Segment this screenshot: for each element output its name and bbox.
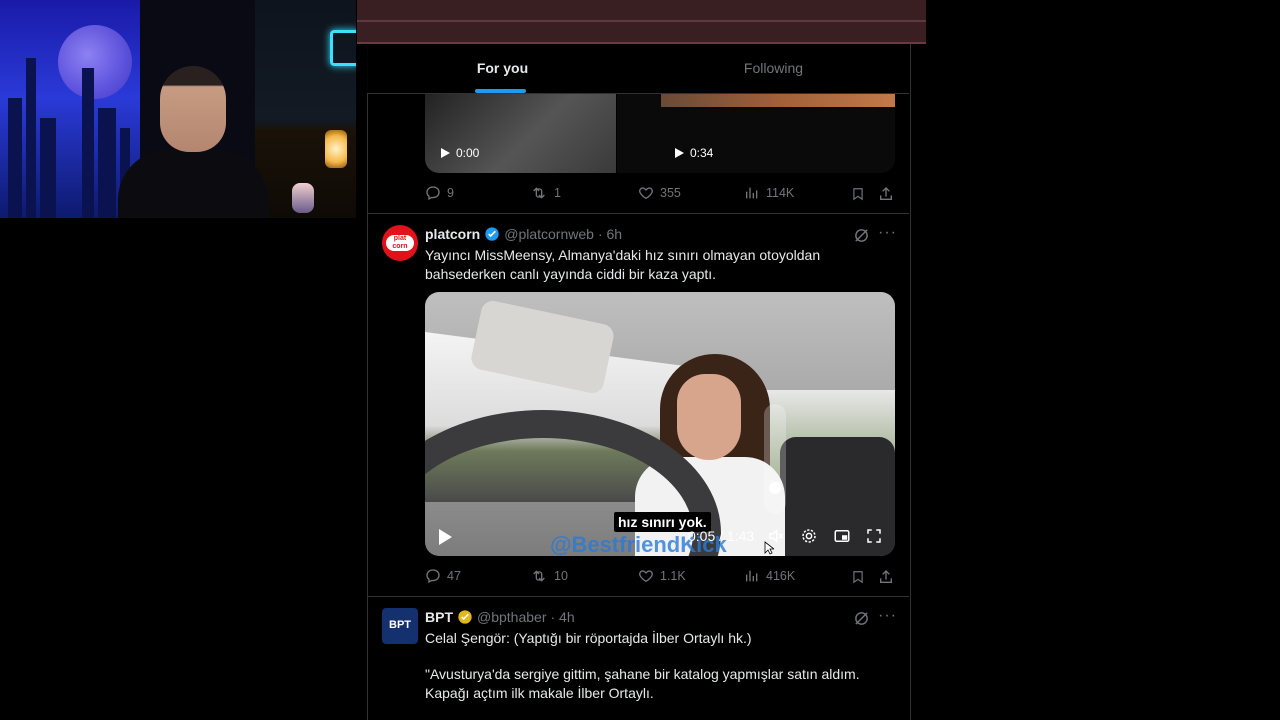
more-options-icon[interactable]: ··· [878,607,897,625]
like-count: 355 [660,186,681,200]
repost-count: 10 [554,569,568,583]
webcam-overlay [0,0,356,218]
volume-slider[interactable] [764,404,786,514]
tab-label: Following [743,60,804,76]
verified-gold-badge-icon [458,610,472,624]
like-button[interactable]: 1.1K [638,568,686,584]
share-icon[interactable] [878,569,894,585]
bookmark-icon[interactable] [851,569,865,585]
tweet-text-line: Kapağı açtım ilk makale İlber Ortaylı. [425,685,654,701]
prev-media-left[interactable]: 0:00 [425,93,616,173]
tweet-divider [367,596,909,597]
views-icon [746,570,758,582]
settings-gear-icon[interactable] [800,527,818,545]
play-icon[interactable] [441,148,450,158]
heart-icon [639,570,653,583]
verified-badge-icon [485,227,499,241]
views-button[interactable]: 114K [744,185,794,201]
like-count: 1.1K [660,569,686,583]
prev-tweet-actions: 9 1 355 114K [425,185,895,205]
video-time: 0:05 / 1:43 [688,528,755,544]
views-count: 416K [766,569,796,583]
avatar[interactable]: BPT [382,608,418,644]
picture-in-picture-icon[interactable] [833,527,851,545]
anime-sticker [292,183,314,213]
reply-button[interactable]: 9 [425,185,454,201]
tweet-text-line: bahsederken canlı yayında ciddi bir kaza… [425,266,717,282]
tab-active-indicator [475,89,526,93]
tweet-header: platcorn @platcornweb · 6h [425,226,622,242]
timeline-tabs: For you Following [367,44,909,94]
streamer-head [160,66,226,152]
tweet-divider [367,213,909,214]
repost-count: 1 [554,186,561,200]
share-icon[interactable] [878,186,894,202]
views-icon [746,187,758,199]
author-name[interactable]: platcorn [425,226,480,242]
play-button[interactable] [439,529,452,545]
tweet-actions: 47 10 1.1K 416K [425,568,895,588]
neon-sign [330,30,356,66]
top-bar [357,0,926,44]
avatar-logo: plat corn [386,235,414,251]
heart-icon [639,187,653,200]
tweet-header: BPT @bpthaber · 4h [425,609,575,625]
tweet-time[interactable]: · 6h [598,226,622,242]
video-player[interactable]: @BestfriendKick hız sınırı yok. 0:05 / 1… [425,292,895,556]
tweet-text-line: Celal Şengör: (Yaptığı bir röportajda İl… [425,630,752,646]
reply-count: 9 [447,186,454,200]
repost-button[interactable]: 10 [530,568,568,584]
fullscreen-icon[interactable] [865,527,883,545]
tweet-text: Celal Şengör: (Yaptığı bir röportajda İl… [425,629,895,703]
like-button[interactable]: 355 [638,185,681,201]
repost-button[interactable]: 1 [530,185,561,201]
tab-following[interactable]: Following [638,44,909,93]
prev-media-right[interactable]: 0:34 [617,93,895,173]
reply-icon [426,569,440,584]
views-button[interactable]: 416K [744,568,795,584]
bookmark-icon[interactable] [851,186,865,202]
lamp [325,130,347,168]
more-options-icon[interactable]: ··· [878,224,897,242]
grok-icon[interactable] [853,610,870,627]
grok-icon[interactable] [853,227,870,244]
streamer-body [118,150,268,218]
tweet-text: Yayıncı MissMeensy, Almanya'daki hız sın… [425,246,820,284]
tab-label: For you [476,60,529,76]
mouse-cursor-icon [764,541,774,555]
play-icon[interactable] [675,148,684,158]
views-count: 114K [766,186,795,200]
moon-graphic [58,25,132,99]
avatar[interactable]: plat corn [382,225,418,261]
tweet-text-line: Yayıncı MissMeensy, Almanya'daki hız sın… [425,247,821,263]
author-name[interactable]: BPT [425,609,453,625]
media-duration: 0:00 [456,146,480,160]
reply-button[interactable]: 47 [425,568,461,584]
author-handle[interactable]: @bpthaber [477,609,546,625]
repost-icon [533,187,545,199]
tweet-time[interactable]: · 4h [550,609,574,625]
avatar-logo: BPT [389,619,411,631]
reply-count: 47 [447,569,461,583]
tweet-text-line: "Avusturya'da sergiye gittim, şahane bir… [425,666,860,682]
media-duration: 0:34 [690,146,714,160]
repost-icon [533,570,545,582]
author-handle[interactable]: @platcornweb [504,226,594,242]
tab-for-you[interactable]: For you [367,44,638,93]
reply-icon [426,186,440,201]
volume-knob[interactable] [769,482,781,495]
